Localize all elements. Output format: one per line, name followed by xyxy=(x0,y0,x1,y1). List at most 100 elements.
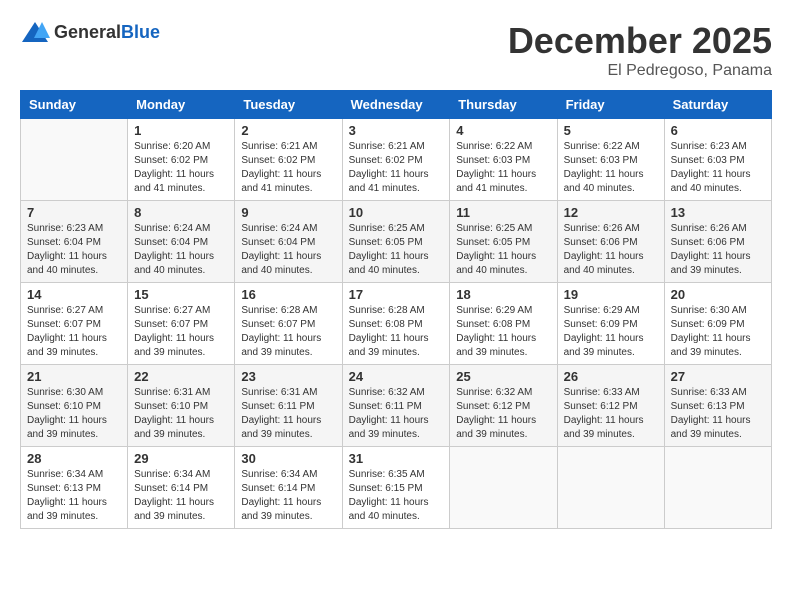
day-info: Sunrise: 6:28 AM Sunset: 6:07 PM Dayligh… xyxy=(241,304,335,360)
day-number: 9 xyxy=(241,205,335,220)
calendar-cell: 26 Sunrise: 6:33 AM Sunset: 6:12 PM Dayli… xyxy=(557,365,664,447)
day-number: 15 xyxy=(134,287,228,302)
day-number: 8 xyxy=(134,205,228,220)
calendar-cell: 4 Sunrise: 6:22 AM Sunset: 6:03 PM Daylig… xyxy=(450,119,557,201)
day-info: Sunrise: 6:32 AM Sunset: 6:11 PM Dayligh… xyxy=(349,386,444,442)
day-number: 2 xyxy=(241,123,335,138)
day-info: Sunrise: 6:33 AM Sunset: 6:12 PM Dayligh… xyxy=(564,386,658,442)
calendar-header-tuesday: Tuesday xyxy=(235,91,342,119)
calendar-cell: 5 Sunrise: 6:22 AM Sunset: 6:03 PM Daylig… xyxy=(557,119,664,201)
day-number: 22 xyxy=(134,369,228,384)
calendar-cell: 6Sunrise: 6:23 AM Sunset: 6:03 PM Daylig… xyxy=(664,119,771,201)
calendar-cell: 3 Sunrise: 6:21 AM Sunset: 6:02 PM Daylig… xyxy=(342,119,450,201)
day-info: Sunrise: 6:20 AM Sunset: 6:02 PM Dayligh… xyxy=(134,140,228,196)
calendar-cell: 2 Sunrise: 6:21 AM Sunset: 6:02 PM Daylig… xyxy=(235,119,342,201)
calendar-cell: 28 Sunrise: 6:34 AM Sunset: 6:13 PM Dayli… xyxy=(21,447,128,529)
day-info: Sunrise: 6:23 AM Sunset: 6:04 PM Dayligh… xyxy=(27,222,121,278)
calendar-cell: 22 Sunrise: 6:31 AM Sunset: 6:10 PM Dayli… xyxy=(128,365,235,447)
day-info: Sunrise: 6:29 AM Sunset: 6:09 PM Dayligh… xyxy=(564,304,658,360)
day-info: Sunrise: 6:29 AM Sunset: 6:08 PM Dayligh… xyxy=(456,304,550,360)
logo-icon xyxy=(20,20,50,44)
day-number: 25 xyxy=(456,369,550,384)
day-number: 6 xyxy=(671,123,765,138)
calendar-cell xyxy=(21,119,128,201)
logo-general: General xyxy=(54,22,121,42)
day-number: 12 xyxy=(564,205,658,220)
day-info: Sunrise: 6:34 AM Sunset: 6:14 PM Dayligh… xyxy=(241,468,335,524)
day-number: 18 xyxy=(456,287,550,302)
day-info: Sunrise: 6:21 AM Sunset: 6:02 PM Dayligh… xyxy=(349,140,444,196)
day-info: Sunrise: 6:21 AM Sunset: 6:02 PM Dayligh… xyxy=(241,140,335,196)
calendar-cell: 23 Sunrise: 6:31 AM Sunset: 6:11 PM Dayli… xyxy=(235,365,342,447)
day-number: 23 xyxy=(241,369,335,384)
day-info: Sunrise: 6:34 AM Sunset: 6:13 PM Dayligh… xyxy=(27,468,121,524)
day-number: 31 xyxy=(349,451,444,466)
calendar-week-row: 1 Sunrise: 6:20 AM Sunset: 6:02 PM Daylig… xyxy=(21,119,772,201)
day-number: 4 xyxy=(456,123,550,138)
calendar-cell: 21Sunrise: 6:30 AM Sunset: 6:10 PM Dayli… xyxy=(21,365,128,447)
day-info: Sunrise: 6:28 AM Sunset: 6:08 PM Dayligh… xyxy=(349,304,444,360)
calendar-header-friday: Friday xyxy=(557,91,664,119)
day-number: 24 xyxy=(349,369,444,384)
day-number: 1 xyxy=(134,123,228,138)
calendar-cell: 27Sunrise: 6:33 AM Sunset: 6:13 PM Dayli… xyxy=(664,365,771,447)
calendar-week-row: 14Sunrise: 6:27 AM Sunset: 6:07 PM Dayli… xyxy=(21,283,772,365)
calendar-cell xyxy=(557,447,664,529)
calendar-cell xyxy=(664,447,771,529)
calendar-cell: 31 Sunrise: 6:35 AM Sunset: 6:15 PM Dayli… xyxy=(342,447,450,529)
calendar-header-saturday: Saturday xyxy=(664,91,771,119)
day-info: Sunrise: 6:26 AM Sunset: 6:06 PM Dayligh… xyxy=(564,222,658,278)
calendar-cell: 19Sunrise: 6:29 AM Sunset: 6:09 PM Dayli… xyxy=(557,283,664,365)
day-number: 13 xyxy=(671,205,765,220)
calendar-cell: 11 Sunrise: 6:25 AM Sunset: 6:05 PM Dayli… xyxy=(450,201,557,283)
day-info: Sunrise: 6:32 AM Sunset: 6:12 PM Dayligh… xyxy=(456,386,550,442)
day-info: Sunrise: 6:25 AM Sunset: 6:05 PM Dayligh… xyxy=(349,222,444,278)
day-info: Sunrise: 6:24 AM Sunset: 6:04 PM Dayligh… xyxy=(241,222,335,278)
day-number: 16 xyxy=(241,287,335,302)
day-number: 10 xyxy=(349,205,444,220)
day-info: Sunrise: 6:25 AM Sunset: 6:05 PM Dayligh… xyxy=(456,222,550,278)
day-info: Sunrise: 6:30 AM Sunset: 6:09 PM Dayligh… xyxy=(671,304,765,360)
day-number: 11 xyxy=(456,205,550,220)
calendar-week-row: 28 Sunrise: 6:34 AM Sunset: 6:13 PM Dayli… xyxy=(21,447,772,529)
calendar-header-sunday: Sunday xyxy=(21,91,128,119)
logo-text: GeneralBlue xyxy=(54,22,160,43)
day-info: Sunrise: 6:22 AM Sunset: 6:03 PM Dayligh… xyxy=(564,140,658,196)
calendar-cell: 18 Sunrise: 6:29 AM Sunset: 6:08 PM Dayli… xyxy=(450,283,557,365)
location-title: El Pedregoso, Panama xyxy=(508,62,772,80)
day-number: 20 xyxy=(671,287,765,302)
logo-blue: Blue xyxy=(121,22,160,42)
calendar-week-row: 7 Sunrise: 6:23 AM Sunset: 6:04 PM Daylig… xyxy=(21,201,772,283)
day-info: Sunrise: 6:24 AM Sunset: 6:04 PM Dayligh… xyxy=(134,222,228,278)
calendar-cell: 7 Sunrise: 6:23 AM Sunset: 6:04 PM Daylig… xyxy=(21,201,128,283)
day-info: Sunrise: 6:35 AM Sunset: 6:15 PM Dayligh… xyxy=(349,468,444,524)
day-info: Sunrise: 6:31 AM Sunset: 6:11 PM Dayligh… xyxy=(241,386,335,442)
month-title: December 2025 xyxy=(508,20,772,62)
day-number: 30 xyxy=(241,451,335,466)
day-number: 7 xyxy=(27,205,121,220)
day-number: 27 xyxy=(671,369,765,384)
calendar-cell: 12 Sunrise: 6:26 AM Sunset: 6:06 PM Dayli… xyxy=(557,201,664,283)
day-number: 14 xyxy=(27,287,121,302)
calendar-table: SundayMondayTuesdayWednesdayThursdayFrid… xyxy=(20,90,772,529)
day-number: 26 xyxy=(564,369,658,384)
calendar-cell: 17 Sunrise: 6:28 AM Sunset: 6:08 PM Dayli… xyxy=(342,283,450,365)
day-info: Sunrise: 6:22 AM Sunset: 6:03 PM Dayligh… xyxy=(456,140,550,196)
day-info: Sunrise: 6:31 AM Sunset: 6:10 PM Dayligh… xyxy=(134,386,228,442)
calendar-week-row: 21Sunrise: 6:30 AM Sunset: 6:10 PM Dayli… xyxy=(21,365,772,447)
calendar-cell: 15Sunrise: 6:27 AM Sunset: 6:07 PM Dayli… xyxy=(128,283,235,365)
calendar-cell: 25 Sunrise: 6:32 AM Sunset: 6:12 PM Dayli… xyxy=(450,365,557,447)
day-number: 5 xyxy=(564,123,658,138)
day-number: 3 xyxy=(349,123,444,138)
day-number: 17 xyxy=(349,287,444,302)
day-number: 28 xyxy=(27,451,121,466)
day-info: Sunrise: 6:34 AM Sunset: 6:14 PM Dayligh… xyxy=(134,468,228,524)
calendar-cell: 8 Sunrise: 6:24 AM Sunset: 6:04 PM Daylig… xyxy=(128,201,235,283)
calendar-cell xyxy=(450,447,557,529)
day-number: 29 xyxy=(134,451,228,466)
calendar-header-thursday: Thursday xyxy=(450,91,557,119)
day-number: 21 xyxy=(27,369,121,384)
calendar-cell: 16 Sunrise: 6:28 AM Sunset: 6:07 PM Dayli… xyxy=(235,283,342,365)
calendar-cell: 20 Sunrise: 6:30 AM Sunset: 6:09 PM Dayli… xyxy=(664,283,771,365)
calendar-cell: 1 Sunrise: 6:20 AM Sunset: 6:02 PM Daylig… xyxy=(128,119,235,201)
